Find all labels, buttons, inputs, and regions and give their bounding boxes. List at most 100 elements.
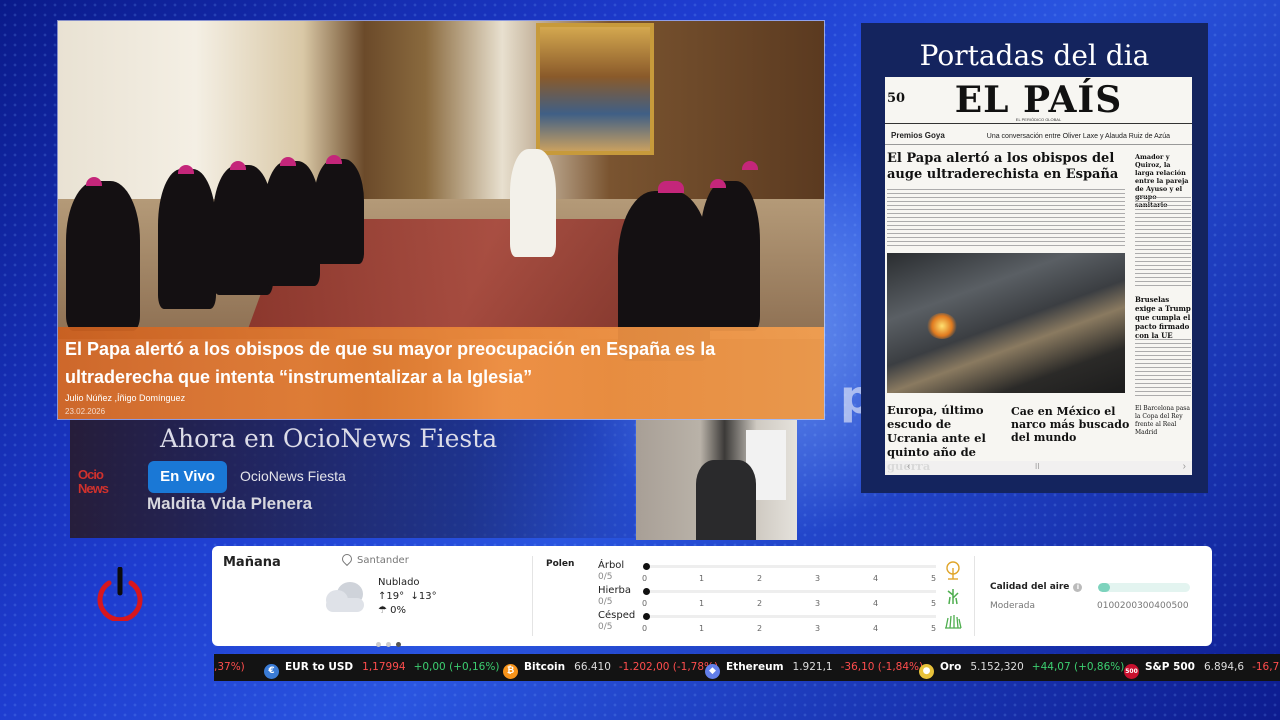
pollen-label: Polen <box>546 559 575 569</box>
ticker-item-ethereum[interactable]: ◆ Ethereum 1.921,1 -36,10 (-1,84%) <box>705 654 923 681</box>
pager-dot-active[interactable] <box>396 642 401 647</box>
ticker-change: +0,00 (+0,16%) <box>413 661 500 673</box>
air-quality-fill <box>1098 583 1110 592</box>
featured-news-card[interactable]: El Papa alertó a los obispos de que su m… <box>57 20 825 420</box>
location-pin-icon <box>339 551 355 567</box>
tick-label: 2 <box>757 574 763 583</box>
pollen-track <box>646 590 936 593</box>
pollen-track <box>646 565 936 568</box>
gold-icon: ● <box>919 664 934 679</box>
ocionews-logo: Ocio News <box>78 467 109 496</box>
air-quality-label: Calidad del aire i <box>990 582 1083 592</box>
divider <box>974 556 975 636</box>
strip-text: Una conversación entre Oliver Laxe y Ala… <box>986 133 1171 140</box>
newspaper-bottom-headline-mid: Cae en México el narco más buscado del m… <box>1011 405 1130 444</box>
live-program-name: Maldita Vida Plenera <box>147 494 313 513</box>
weather-location: Santander <box>339 551 409 567</box>
text-columns <box>1135 339 1191 399</box>
forecast-day: Mañana <box>223 555 281 570</box>
ticker-change: -36,10 (-1,84%) <box>840 661 924 673</box>
umbrella-icon: ☂ <box>378 605 387 616</box>
tick-label: 0 <box>642 624 648 633</box>
weather-condition: Nublado <box>378 577 420 588</box>
ticker-price: 66.410 <box>574 661 611 673</box>
ticker-price: 6.894,6 <box>1204 661 1245 673</box>
ticker-change: -16,7 <box>1252 661 1280 673</box>
ticker-item-eurusd[interactable]: € EUR to USD 1,17994 +0,00 (+0,16%) <box>264 654 499 681</box>
pollen-level-marker <box>643 588 650 595</box>
ticker-item-bitcoin[interactable]: ₿ Bitcoin 66.410 -1.202,00 (-1,78%) <box>503 654 718 681</box>
tick-label: 1 <box>699 599 705 608</box>
news-headline[interactable]: El Papa alertó a los obispos de que su m… <box>65 335 765 391</box>
pollen-value: 0/5 <box>598 597 613 607</box>
live-video-thumbnail[interactable] <box>636 420 797 540</box>
pager-dot[interactable] <box>376 642 381 647</box>
air-quality-level: Moderada <box>990 601 1035 611</box>
live-channel-name: OcioNews Fiesta <box>240 468 346 484</box>
newspaper-side-headline-2: Bruselas exige a Trump que cumpla el pac… <box>1135 295 1191 340</box>
rain-value: 0% <box>390 605 407 616</box>
ticker-name: Oro <box>940 661 962 673</box>
tick-label: 4 <box>873 599 879 608</box>
tick-label: 2 <box>757 599 763 608</box>
ticker-name: Ethereum <box>726 661 784 673</box>
text-columns <box>887 189 1125 249</box>
ticker-name: EUR to USD <box>285 661 354 673</box>
news-author: Julio Núñez ,Íñigo Domínguez <box>65 393 186 403</box>
newspaper-main-headline: El Papa alertó a los obispos del auge ul… <box>887 151 1119 182</box>
ticker-change: -1.202,00 (-1,78%) <box>618 661 719 673</box>
newspaper-tagline: EL PERIÓDICO GLOBAL <box>1015 117 1062 122</box>
live-heading: Ahora en OcioNews Fiesta <box>160 424 498 453</box>
tick-label: 5 <box>931 599 937 608</box>
temp-low: 13° <box>418 591 437 602</box>
pollen-name: Árbol <box>598 560 625 571</box>
pause-icon[interactable]: II <box>1035 462 1039 471</box>
newspaper-name: EL PAÍS <box>954 79 1123 121</box>
currency-exchange-icon: € <box>264 664 279 679</box>
pager-dot[interactable] <box>386 642 391 647</box>
arrow-down-icon: ↓ <box>410 591 419 602</box>
air-quality-scale: 0100200300400500 <box>1097 601 1189 611</box>
ticker-item-sp500[interactable]: 500 S&P 500 6.894,6 -16,7 <box>1124 654 1279 681</box>
info-icon[interactable]: i <box>1073 583 1083 592</box>
lawn-icon <box>945 615 962 629</box>
tick-label: 3 <box>815 599 821 608</box>
ticker-name: Bitcoin <box>524 661 566 673</box>
ticker-price: 1.921,1 <box>792 661 833 673</box>
chevron-right-icon[interactable]: › <box>1183 461 1186 472</box>
pollen-value: 0/5 <box>598 622 613 632</box>
weather-temperatures: ↑19° ↓13° <box>378 591 437 602</box>
tick-label: 4 <box>873 624 879 633</box>
chevron-left-icon[interactable]: ‹ <box>907 461 910 472</box>
pollen-value: 0/5 <box>598 572 613 582</box>
bitcoin-icon: ₿ <box>503 664 518 679</box>
divider <box>532 556 533 636</box>
pollen-row-lawn: Césped 0/5 0 1 2 3 4 5 <box>598 610 962 634</box>
tick-label: 5 <box>931 574 937 583</box>
text-columns <box>1135 197 1191 289</box>
forecast-pager[interactable] <box>376 632 406 651</box>
ethereum-icon: ◆ <box>705 664 720 679</box>
rain-chance: ☂ 0% <box>378 605 406 616</box>
ticker-item-partial: ,37%) <box>214 654 245 681</box>
tick-label: 1 <box>699 574 705 583</box>
power-icon[interactable] <box>95 567 145 621</box>
tick-label: 3 <box>815 574 821 583</box>
live-now-panel[interactable]: Ocio News Ahora en OcioNews Fiesta En Vi… <box>70 420 635 538</box>
temp-high: 19° <box>386 591 405 602</box>
tick-label: 0 <box>642 599 648 608</box>
newspaper-front-page[interactable]: 50 EL PAÍS EL PERIÓDICO GLOBAL Premios G… <box>885 77 1192 475</box>
ticker-item-gold[interactable]: ● Oro 5.152,320 +44,07 (+0,86%) <box>919 654 1124 681</box>
newspaper-masthead: 50 EL PAÍS EL PERIÓDICO GLOBAL <box>885 77 1192 124</box>
ticker-price: 5.152,320 <box>970 661 1024 673</box>
weather-widget: Mañana Santander Nublado ↑19° ↓13° ☂ 0% … <box>212 546 1212 647</box>
live-badge[interactable]: En Vivo <box>148 461 227 493</box>
air-quality-title: Calidad del aire <box>990 582 1070 592</box>
pollen-level-marker <box>643 613 650 620</box>
pollen-track <box>646 615 936 618</box>
sp500-icon: 500 <box>1124 664 1139 679</box>
tick-label: 5 <box>931 624 937 633</box>
tick-label: 2 <box>757 624 763 633</box>
location-name: Santander <box>357 555 409 566</box>
grass-icon <box>947 589 959 605</box>
